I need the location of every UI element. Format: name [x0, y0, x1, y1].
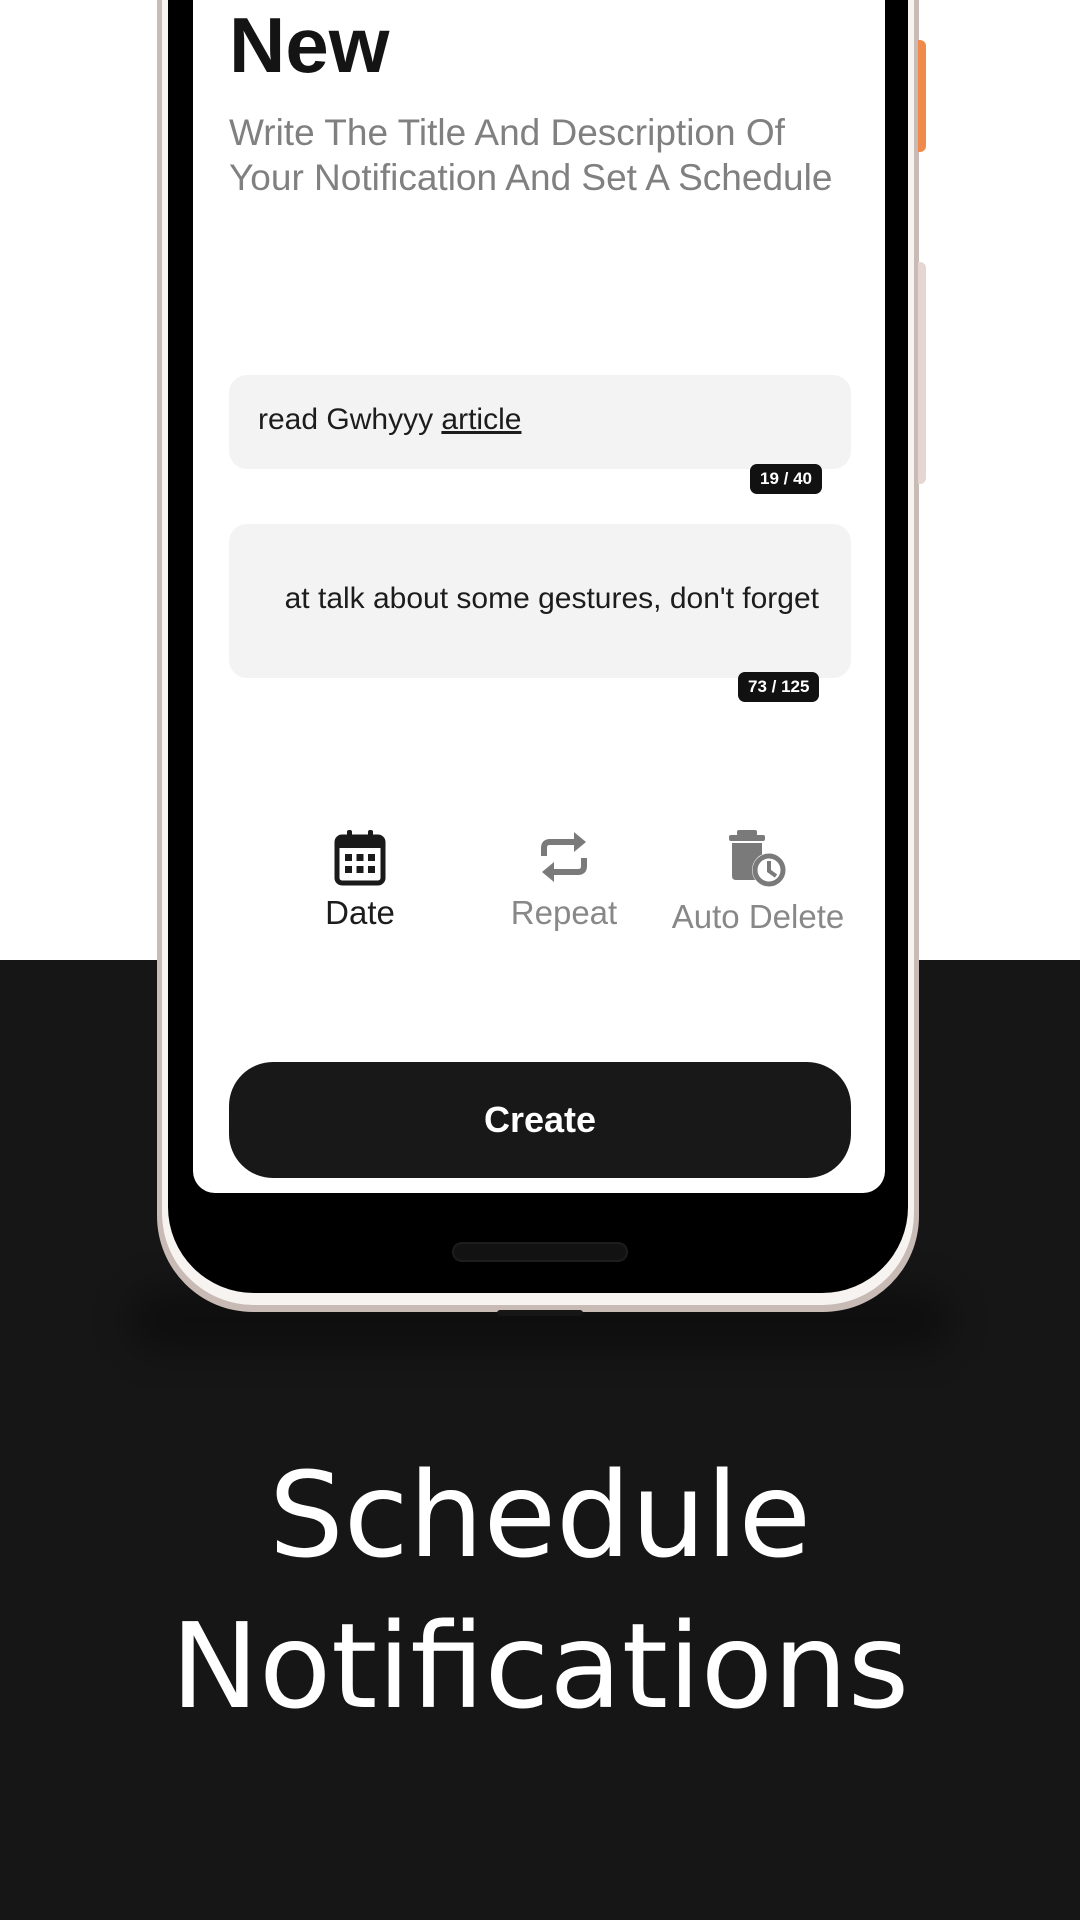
phone-screen: New Write The Title And Description Of Y…	[193, 0, 885, 1193]
title-field-text: read Gwhyyy	[258, 403, 442, 436]
volume-button	[918, 262, 926, 484]
title-field-value: read Gwhyyy article	[258, 403, 521, 437]
description-char-counter: 73 / 125	[738, 672, 820, 702]
repeat-icon	[541, 832, 587, 882]
calendar-icon	[334, 830, 386, 886]
tagline-line-1: Schedule	[268, 1446, 812, 1584]
auto-delete-option[interactable]: Auto Delete	[653, 828, 863, 936]
tagline: Schedule Notifications	[0, 1440, 1080, 1742]
create-button[interactable]: Create	[229, 1062, 851, 1178]
notification-title-field[interactable]: read Gwhyyy article	[229, 375, 851, 469]
notification-description-field[interactable]: at talk about some gestures, don't forge…	[229, 524, 851, 678]
page-title: New	[229, 1, 390, 89]
home-indicator[interactable]	[452, 1242, 628, 1262]
repeat-option-label: Repeat	[510, 894, 618, 931]
date-option-label: Date	[325, 894, 395, 931]
repeat-option[interactable]: Repeat	[479, 828, 649, 932]
title-char-counter: 19 / 40	[750, 464, 822, 494]
description-field-value: at talk about some gestures, don't forge…	[284, 582, 819, 615]
tagline-line-2: Notifications	[170, 1597, 910, 1735]
auto-delete-icon	[729, 830, 786, 887]
phone-bottom-notch	[497, 1310, 583, 1316]
page-subtitle: Write The Title And Description Of Your …	[229, 112, 833, 198]
power-button	[918, 40, 926, 152]
auto-delete-option-label: Auto Delete	[671, 898, 845, 935]
date-option[interactable]: Date	[275, 828, 445, 932]
title-field-underlined-word: article	[441, 403, 522, 436]
